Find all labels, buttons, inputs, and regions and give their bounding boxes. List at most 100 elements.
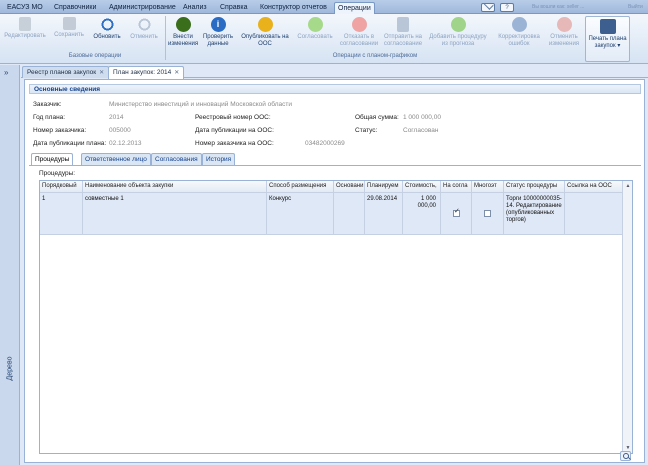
save-icon [62, 17, 76, 30]
plan-pub-date-label: Дата публикации плана: [33, 140, 107, 147]
col-header-method[interactable]: Способ размещения [267, 181, 334, 193]
plan-form: Основные сведения Заказчик: Министерство… [24, 79, 645, 463]
approve-button[interactable]: Согласовать [294, 17, 336, 41]
tree-panel[interactable]: » Дерево [0, 65, 20, 465]
logout-link[interactable]: Выйти [628, 4, 643, 14]
section-title: Основные сведения [29, 84, 641, 94]
total-value: 1 000 000,00 [403, 114, 441, 121]
check-data-button[interactable]: i Проверить данные [200, 17, 236, 48]
save-button-label: Сохранить [54, 32, 84, 38]
tab-procurement-plans-registry[interactable]: Реестр планов закупок ✕ [22, 66, 110, 78]
menu-administration[interactable]: Администрирование [106, 2, 179, 13]
oos-customer-number-value: 03482000269 [305, 140, 345, 147]
menu-easuz[interactable]: ЕАСУЗ МО [4, 2, 46, 13]
send-for-approval-button[interactable]: Отправить на согласование [380, 17, 426, 48]
col-header-name[interactable]: Наименование объекта закупки [83, 181, 267, 193]
help-icon[interactable]: ? [500, 3, 514, 12]
print-plan-label: Печать плана закупок ▾ [588, 36, 627, 49]
col-header-number[interactable]: Порядковый [40, 181, 83, 193]
subtab-divider [29, 165, 641, 166]
close-icon[interactable]: ✕ [174, 70, 179, 76]
menu-help[interactable]: Справка [217, 2, 250, 13]
cell-agreement [441, 193, 472, 235]
send-for-approval-label: Отправить на согласование [383, 34, 423, 47]
search-icon[interactable] [620, 451, 631, 461]
cell-basis [334, 193, 365, 235]
publish-oos-button[interactable]: Опубликовать на ООС [236, 17, 294, 48]
scroll-up-icon[interactable]: ▲ [624, 182, 632, 190]
menu-operations[interactable]: Операции [334, 2, 375, 14]
pencil-icon [175, 17, 191, 32]
tab-approvals[interactable]: Согласования [151, 153, 202, 165]
procedures-grid: Порядковый Наименование объекта закупки … [39, 180, 633, 454]
edit-icon [19, 17, 31, 31]
edit-button[interactable]: Редактировать [3, 17, 47, 40]
mail-icon[interactable] [481, 3, 495, 12]
cell-planned: 29.08.2014 [365, 193, 403, 235]
menu-report-builder[interactable]: Конструктор отчетов [257, 2, 330, 13]
cell-multistage [472, 193, 504, 235]
error-correction-label: Корректировка ошибок [498, 34, 540, 47]
pub-date-oos-label: Дата публикации на ООС: [195, 127, 274, 134]
make-changes-button[interactable]: Внести изменения [168, 17, 198, 48]
year-value: 2014 [109, 114, 124, 121]
cell-name: совместные 1 [83, 193, 267, 235]
ribbon-toolbar: Редактировать Сохранить Обновить Отменит… [0, 14, 648, 64]
current-user-text: Вы вошли как: seller ... [532, 4, 585, 10]
col-header-cost[interactable]: Стоимость, [403, 181, 441, 193]
col-header-status[interactable]: Статус процедуры [504, 181, 565, 193]
tab-history[interactable]: История [202, 153, 236, 165]
cell-status: Торги 10000000035-14. Редактирование (оп… [504, 193, 565, 235]
col-header-planned[interactable]: Планируем [365, 181, 403, 193]
total-label: Общая сумма: [355, 114, 399, 121]
tree-panel-label: Дерево [6, 356, 14, 381]
main-menu-bar: ЕАСУЗ МО Справочники Администрирование А… [0, 0, 648, 14]
menu-directories[interactable]: Справочники [51, 2, 99, 13]
print-plan-button[interactable]: Печать плана закупок ▾ [585, 16, 630, 62]
grid-scrollbar[interactable]: ▲ ▼ [622, 181, 632, 453]
error-correction-button[interactable]: Корректировка ошибок [494, 17, 544, 48]
cancel-changes-button[interactable]: Отменить изменения [544, 17, 584, 48]
cancel-button-label: Отменить [130, 34, 158, 40]
cancel-changes-icon [556, 17, 572, 32]
reject-approval-button[interactable]: Отказать в согласовании [337, 17, 381, 48]
menu-analysis[interactable]: Анализ [180, 2, 210, 13]
status-value: Согласован [403, 127, 439, 134]
tab-label: План закупок: 2014 [113, 69, 172, 76]
send-document-icon [397, 17, 409, 32]
check-data-label: Проверить данные [202, 34, 233, 47]
cancel-button[interactable]: Отменить [126, 17, 162, 41]
customer-label: Заказчик: [33, 101, 62, 108]
plus-icon [450, 17, 466, 32]
col-header-agreement[interactable]: На согла [441, 181, 472, 193]
customer-number-value: 005000 [109, 127, 131, 134]
table-row[interactable]: 1 совместные 1 Конкурс 29.08.2014 1 000 … [40, 193, 623, 235]
ribbon-separator [165, 16, 166, 60]
print-icon [599, 19, 616, 34]
schedule-operations-group-label: Операции с планом-графиком [332, 53, 418, 59]
col-header-basis[interactable]: Основани [334, 181, 365, 193]
procedures-label: Процедуры: [39, 170, 76, 177]
reject-icon [351, 17, 367, 32]
refresh-icon [99, 17, 115, 32]
plan-pub-date-value: 02.12.2013 [109, 140, 142, 147]
tab-responsible-person[interactable]: Ответственное лицо [81, 153, 151, 165]
cancel-changes-label: Отменить изменения [548, 34, 580, 47]
cell-method: Конкурс [267, 193, 334, 235]
save-button[interactable]: Сохранить [51, 17, 87, 39]
tab-procurement-plan-2014[interactable]: План закупок: 2014 ✕ [108, 66, 185, 79]
agreement-checkbox[interactable] [453, 208, 460, 217]
add-from-forecast-button[interactable]: Добавить процедуру из прогноза [427, 17, 489, 48]
grid-header: Порядковый Наименование объекта закупки … [40, 181, 623, 193]
correction-icon [511, 17, 527, 32]
cell-link[interactable] [565, 193, 623, 235]
cell-number: 1 [40, 193, 83, 235]
oos-customer-number-label: Номер заказчика на ООС: [195, 140, 274, 147]
col-header-link[interactable]: Ссылка на ООС [565, 181, 623, 193]
document-tabs: Реестр планов закупок ✕ План закупок: 201… [21, 65, 648, 79]
expand-icon[interactable]: » [4, 68, 8, 77]
close-icon[interactable]: ✕ [99, 70, 104, 76]
refresh-button[interactable]: Обновить [89, 17, 125, 41]
col-header-multistage[interactable]: Многоэт [472, 181, 504, 193]
multistage-checkbox[interactable] [484, 210, 491, 217]
